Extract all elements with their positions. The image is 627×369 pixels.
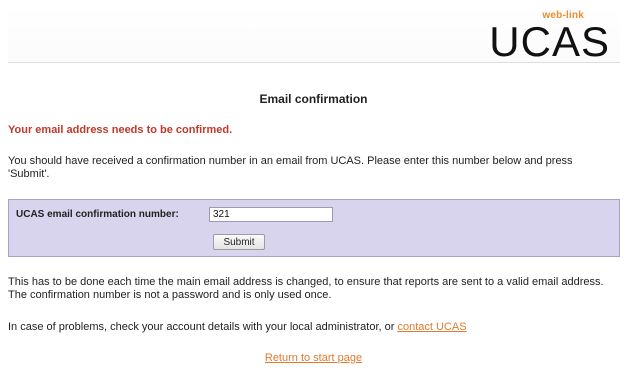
help-prefix: In case of problems, check your account …: [8, 321, 398, 333]
info-text: This has to be done each time the main e…: [8, 276, 604, 301]
page-title: Email confirmation: [259, 92, 368, 106]
contact-ucas-link[interactable]: contact UCAS: [397, 321, 466, 333]
submit-button[interactable]: Submit: [213, 234, 265, 250]
intro-text: You should have received a confirmation …: [8, 155, 573, 180]
return-to-start-link[interactable]: Return to start page: [0, 352, 627, 364]
confirmation-form: UCAS email confirmation number: Submit: [8, 199, 620, 257]
ucas-logo-icon: web-link UCAS: [489, 10, 610, 65]
warning-message: Your email address needs to be confirmed…: [8, 124, 233, 136]
confirmation-number-label: UCAS email confirmation number:: [16, 209, 179, 220]
help-text: In case of problems, check your account …: [8, 321, 614, 333]
email-confirmation-page: web-link UCAS Email confirmation Your em…: [0, 0, 627, 369]
logo-ucas-text: UCAS: [489, 18, 610, 65]
header-banner: web-link UCAS: [8, 6, 620, 65]
confirmation-number-input[interactable]: [209, 207, 333, 222]
